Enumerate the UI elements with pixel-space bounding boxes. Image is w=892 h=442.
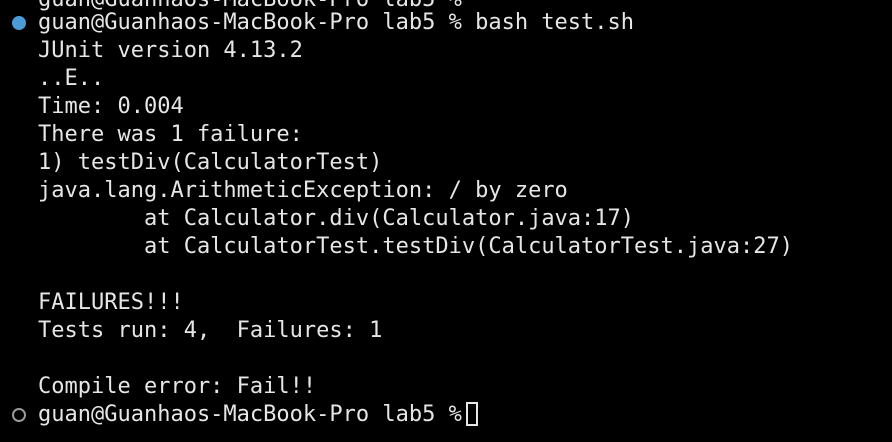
terminal-prompt-line[interactable]: guan@Guanhaos-MacBook-Pro lab5 %: [38, 401, 478, 429]
terminal-line: ..E..: [38, 66, 105, 91]
terminal-line-stack-trace: at Calculator.div(Calculator.java:17): [38, 206, 635, 231]
terminal-line: 1) testDiv(CalculatorTest): [38, 150, 383, 175]
prompt-text: guan@Guanhaos-MacBook-Pro lab5 %: [38, 402, 462, 427]
terminal-line: FAILURES!!!: [38, 290, 184, 315]
terminal-line: Compile error: Fail!!: [38, 374, 317, 399]
terminal-line-command: guan@Guanhaos-MacBook-Pro lab5 % bash te…: [38, 10, 635, 35]
terminal-line: java.lang.ArithmeticException: / by zero: [38, 178, 568, 203]
terminal-line: Time: 0.004: [38, 94, 184, 119]
terminal-output-panel[interactable]: guan@Guanhaos-MacBook-Pro lab5 % guan@Gu…: [0, 0, 892, 442]
command-status-dot-icon[interactable]: [12, 16, 26, 30]
terminal-line: There was 1 failure:: [38, 122, 303, 147]
terminal-line-stack-trace: at CalculatorTest.testDiv(CalculatorTest…: [38, 234, 793, 259]
terminal-line: JUnit version 4.13.2: [38, 38, 303, 63]
text-cursor: [465, 402, 478, 426]
terminal-line: Tests run: 4, Failures: 1: [38, 318, 383, 343]
prompt-status-circle-icon[interactable]: [12, 408, 26, 422]
